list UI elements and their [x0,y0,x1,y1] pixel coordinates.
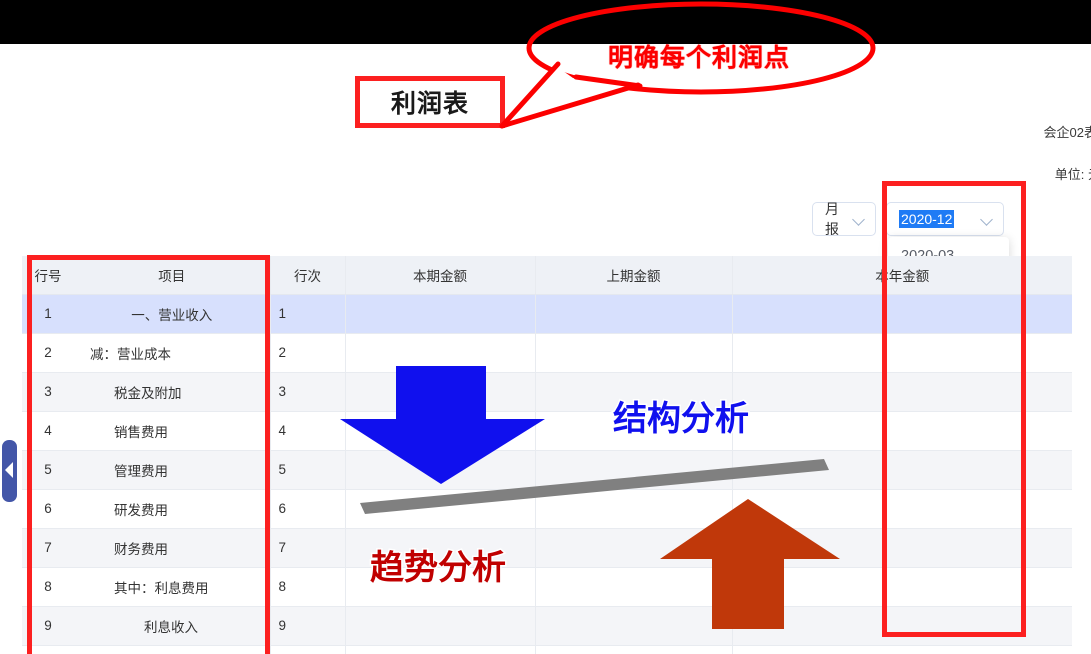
cell-previous-amount [534,333,732,373]
chevron-down-icon [853,213,866,226]
month-value: 2020-12 [899,210,955,228]
cell-year-amount [731,645,1072,654]
annotation-title-text: 利润表 [390,90,469,118]
cell-row-number: 9 [22,606,74,646]
filter-controls: 月报 2020-12 [812,201,1004,237]
cell-row-number: 5 [22,450,74,490]
sidebar-collapse-handle[interactable] [2,440,17,502]
chevron-down-icon [981,213,994,226]
cell-row-number: 7 [22,528,74,568]
cell-row-number: 4 [22,411,74,451]
cell-item-name: 其中：利息费用 [74,567,270,607]
cell-row-number: 8 [22,567,74,607]
cell-row-number: 3 [22,372,74,412]
column-header-year: 本年金额 [731,256,1072,295]
cell-line-number: 2 [269,333,345,373]
month-select[interactable]: 2020-12 [886,202,1004,236]
cell-item-name: 管理费用 [74,450,270,490]
cell-item-name: 财务费用 [74,528,270,568]
cell-item-name: 销售费用 [74,411,270,451]
cell-line-number: 9 [269,606,345,646]
callout-text: 明确每个利润点 [608,44,791,72]
cell-item-name: 税金及附加 [74,372,270,412]
cell-line-number: 5 [269,450,345,490]
table-row[interactable]: 7 财务费用 7 [22,528,1072,568]
cell-line-number: 10 [269,645,345,654]
cell-item-name: 一、营业收入 [74,294,270,334]
screenshot-root: 会企02表 单位: 元 月报 2020-12 2020-03 2020-04 2… [0,0,1091,654]
column-header-lineno: 行次 [269,256,345,295]
period-type-select[interactable]: 月报 [812,201,876,237]
table-header-row: 行号 项目 行次 本期金额 上期金额 本年金额 [22,256,1072,295]
cell-previous-amount [534,294,732,334]
up-arrow-orange-icon [660,499,840,629]
cell-line-number: 8 [269,567,345,607]
cell-row-number: 6 [22,489,74,529]
cell-row-number: 1 [22,294,74,334]
cell-year-amount [731,411,1072,451]
cell-item-name: 研发费用 [74,489,270,529]
column-header-rowno: 行号 [22,256,74,295]
cell-item-name: 减：营业成本 [74,333,270,373]
cell-previous-amount [534,645,732,654]
cell-current-amount [344,294,535,334]
cell-item-name: 利息收入 [74,606,270,646]
cell-year-amount [731,294,1072,334]
form-code-label: 会企02表 [1043,125,1091,140]
cell-row-number: 10 [22,645,74,654]
column-header-item: 项目 [74,256,270,295]
table-row[interactable]: 1 一、营业收入 1 [22,294,1072,334]
period-type-value: 月报 [825,201,839,237]
cell-row-number: 2 [22,333,74,373]
cell-line-number: 4 [269,411,345,451]
cell-line-number: 7 [269,528,345,568]
cell-line-number: 3 [269,372,345,412]
table-row[interactable]: 10资产减值损失10 [22,645,1072,654]
unit-label: 单位: 元 [1054,167,1091,182]
column-header-current: 本期金额 [344,256,535,295]
cell-year-amount [731,372,1072,412]
cell-line-number: 1 [269,294,345,334]
table-row[interactable]: 8 其中：利息费用 8 [22,567,1072,607]
cell-item-name: 资产减值损失 [74,645,270,654]
report-content-area: 会企02表 单位: 元 月报 2020-12 2020-03 2020-04 2… [0,44,1091,654]
trend-analysis-label: 趋势分析 [369,548,508,589]
cell-current-amount [344,606,535,646]
cell-year-amount [731,333,1072,373]
column-header-previous: 上期金额 [534,256,732,295]
annotation-box-title: 利润表 [355,76,505,128]
cell-current-amount [344,645,535,654]
structure-analysis-label: 结构分析 [612,399,751,440]
table-row[interactable]: 9 利息收入 9 [22,606,1072,646]
cell-line-number: 6 [269,489,345,529]
